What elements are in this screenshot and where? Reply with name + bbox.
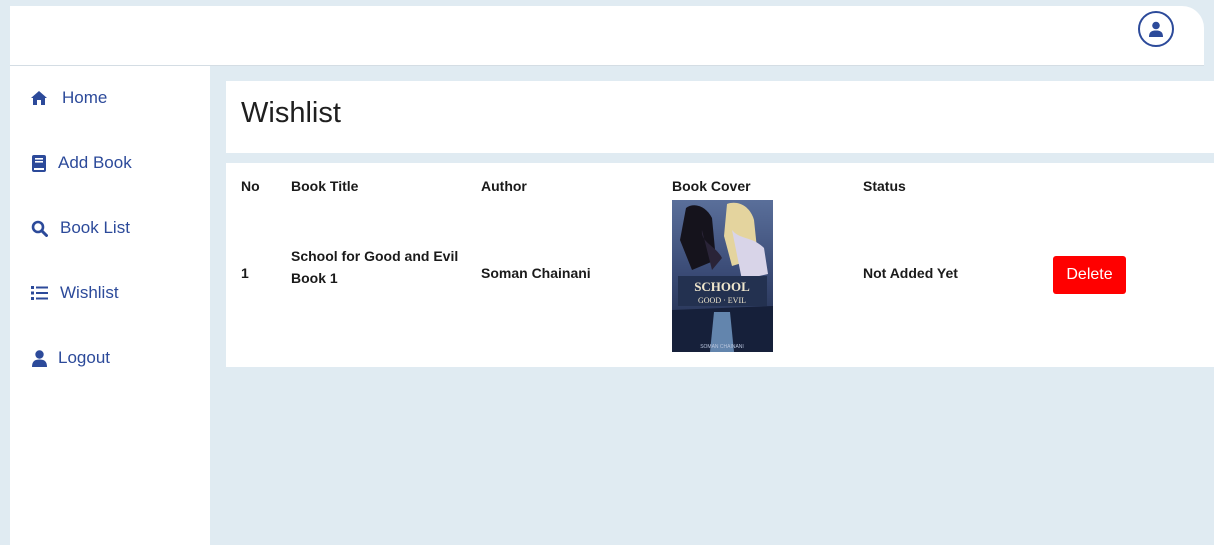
column-header-author: Author bbox=[481, 178, 527, 194]
wishlist-table: No Book Title Author Book Cover Status 1… bbox=[226, 163, 1214, 367]
list-icon bbox=[30, 284, 48, 302]
column-header-book-cover: Book Cover bbox=[672, 178, 751, 194]
sidebar-item-book-list[interactable]: Book List bbox=[10, 211, 210, 245]
sidebar: Home Add Book Book List Wishlist Logout bbox=[10, 66, 210, 545]
top-bar bbox=[10, 6, 1204, 66]
sidebar-item-add-book[interactable]: Add Book bbox=[10, 146, 210, 180]
status-cell: Not Added Yet bbox=[863, 265, 958, 281]
sidebar-item-label: Logout bbox=[58, 348, 110, 367]
user-avatar-button[interactable] bbox=[1138, 11, 1174, 47]
main-content: Wishlist No Book Title Author Book Cover… bbox=[210, 66, 1214, 545]
app-frame: Home Add Book Book List Wishlist Logout … bbox=[10, 6, 1214, 545]
page-title-card: Wishlist bbox=[226, 81, 1214, 153]
svg-text:SCHOOL: SCHOOL bbox=[694, 279, 750, 294]
sidebar-item-label: Wishlist bbox=[60, 283, 119, 302]
user-circle-icon bbox=[1149, 21, 1163, 37]
search-icon bbox=[30, 219, 48, 237]
column-header-status: Status bbox=[863, 178, 906, 194]
sidebar-item-logout[interactable]: Logout bbox=[10, 341, 210, 375]
sidebar-item-label: Add Book bbox=[58, 153, 132, 172]
column-header-no: No bbox=[241, 178, 260, 194]
book-cover-image: SCHOOL GOOD · EVIL SOMAN CHAINANI bbox=[672, 200, 773, 352]
delete-button[interactable]: Delete bbox=[1053, 256, 1126, 294]
author-cell: Soman Chainani bbox=[481, 265, 591, 281]
column-header-book-title: Book Title bbox=[291, 178, 359, 194]
row-number: 1 bbox=[241, 265, 249, 281]
sidebar-item-label: Book List bbox=[60, 218, 130, 237]
svg-text:SOMAN CHAINANI: SOMAN CHAINANI bbox=[700, 344, 744, 350]
page-title: Wishlist bbox=[241, 97, 341, 129]
user-icon bbox=[30, 349, 48, 367]
book-title-cell: School for Good and Evil Book 1 bbox=[291, 248, 459, 286]
home-icon bbox=[30, 89, 48, 107]
sidebar-item-home[interactable]: Home bbox=[10, 81, 210, 115]
book-icon bbox=[30, 154, 48, 172]
sidebar-item-label: Home bbox=[62, 88, 108, 107]
svg-text:GOOD · EVIL: GOOD · EVIL bbox=[698, 296, 746, 305]
sidebar-item-wishlist[interactable]: Wishlist bbox=[10, 276, 210, 310]
